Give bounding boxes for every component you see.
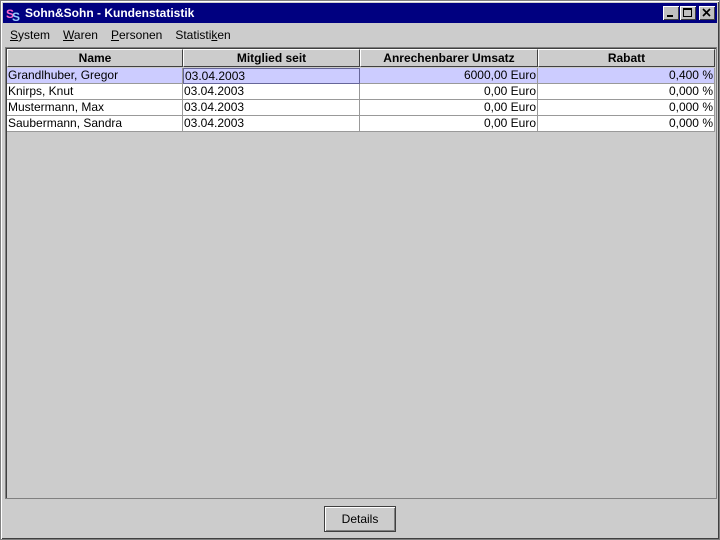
table-cell[interactable]: 03.04.2003 (183, 68, 360, 84)
column-header-name[interactable]: Name (7, 49, 183, 67)
table-cell[interactable]: Knirps, Knut (7, 84, 183, 100)
title-bar[interactable]: S S Sohn&Sohn - Kundenstatistik (3, 3, 717, 23)
table-cell[interactable]: Grandlhuber, Gregor (7, 68, 183, 84)
table-cell[interactable]: Mustermann, Max (7, 100, 183, 116)
table-cell[interactable]: 6000,00 Euro (360, 68, 538, 84)
menu-personen[interactable]: Personen (104, 26, 168, 44)
table-row[interactable]: Grandlhuber, Gregor 03.04.2003 6000,00 E… (7, 68, 715, 84)
table-cell[interactable]: 0,000 % (538, 100, 715, 116)
menu-bar: System Waren Personen Statistiken (3, 25, 717, 45)
table-row[interactable]: Saubermann, Sandra 03.04.2003 0,00 Euro … (7, 116, 715, 132)
menu-waren[interactable]: Waren (56, 26, 104, 44)
maximize-icon (683, 8, 692, 17)
table-cell[interactable]: 0,400 % (538, 68, 715, 84)
table-cell[interactable]: 0,000 % (538, 116, 715, 132)
table-row[interactable]: Knirps, Knut 03.04.2003 0,00 Euro 0,000 … (7, 84, 715, 100)
close-icon (702, 8, 711, 17)
table-cell[interactable]: 0,00 Euro (360, 84, 538, 100)
table-cell[interactable]: 0,00 Euro (360, 116, 538, 132)
table-cell[interactable]: 03.04.2003 (183, 84, 360, 100)
close-button[interactable] (699, 6, 715, 20)
maximize-button[interactable] (680, 6, 696, 20)
column-header-discount[interactable]: Rabatt (538, 49, 715, 67)
table-cell[interactable]: 03.04.2003 (183, 116, 360, 132)
customer-table[interactable]: Name Mitglied seit Anrechenbarer Umsatz … (5, 47, 717, 499)
table-body: Grandlhuber, Gregor 03.04.2003 6000,00 E… (7, 68, 715, 132)
app-logo-icon: S S (6, 7, 20, 22)
table-row[interactable]: Mustermann, Max 03.04.2003 0,00 Euro 0,0… (7, 100, 715, 116)
table-cell[interactable]: Saubermann, Sandra (7, 116, 183, 132)
menu-statistiken[interactable]: Statistiken (168, 26, 236, 44)
window-title: Sohn&Sohn - Kundenstatistik (25, 6, 195, 20)
application-window: S S Sohn&Sohn - Kundenstatistik System W… (0, 0, 720, 540)
minimize-button[interactable] (663, 6, 679, 20)
column-header-revenue[interactable]: Anrechenbarer Umsatz (360, 49, 538, 67)
table-cell[interactable]: 0,000 % (538, 84, 715, 100)
minimize-icon (667, 15, 673, 17)
details-button[interactable]: Details (324, 506, 396, 532)
column-header-member-since[interactable]: Mitglied seit (183, 49, 360, 67)
svg-text:S: S (12, 10, 20, 22)
table-header: Name Mitglied seit Anrechenbarer Umsatz … (7, 49, 715, 67)
table-cell[interactable]: 0,00 Euro (360, 100, 538, 116)
table-cell[interactable]: 03.04.2003 (183, 100, 360, 116)
menu-system[interactable]: System (3, 26, 56, 44)
